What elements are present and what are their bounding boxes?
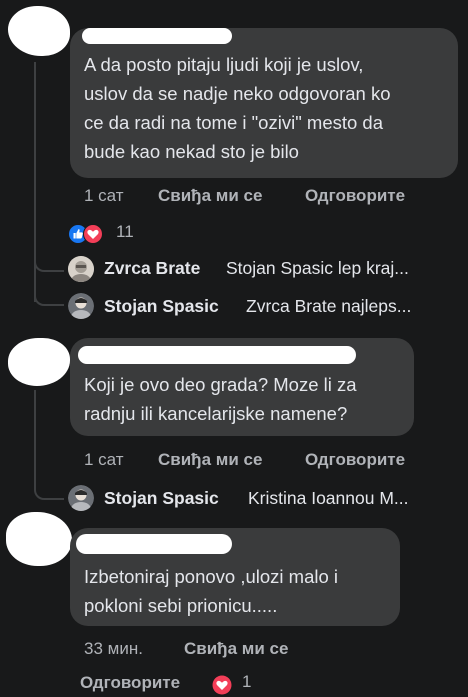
like-button[interactable]: Свиђа ми се: [158, 450, 262, 470]
reply-connector: [34, 270, 64, 306]
comment-time[interactable]: 33 мин.: [84, 639, 143, 659]
reactions-summary[interactable]: 11: [68, 222, 148, 246]
reply-button[interactable]: Одговорите: [305, 450, 405, 470]
reaction-count: 11: [116, 222, 134, 241]
reaction-count: 1: [242, 672, 252, 691]
love-icon: [83, 224, 103, 244]
thread-line: [34, 390, 36, 486]
reply-snippet: Zvrca Brate najleps...: [246, 296, 412, 316]
reply-preview[interactable]: Zvrca Brate Stojan Spasic lep kraj...: [68, 255, 463, 285]
reply-button[interactable]: Одговорите: [305, 186, 405, 206]
reply-author-name[interactable]: Zvrca Brate: [104, 258, 200, 279]
reply-avatar: [68, 485, 94, 511]
comment-time[interactable]: 1 сат: [84, 186, 124, 206]
commenter-avatar[interactable]: [6, 512, 72, 566]
comment-time[interactable]: 1 сат: [84, 450, 124, 470]
redacted-author-name: [78, 346, 356, 364]
reply-connector: [34, 484, 64, 500]
reply-button[interactable]: Одговорите: [80, 673, 180, 693]
reply-preview[interactable]: Stojan Spasic Zvrca Brate najleps...: [68, 292, 463, 322]
redacted-author-name: [82, 28, 232, 44]
comment-text: A da posto pitaju ljudi koji je uslov, u…: [84, 54, 391, 162]
like-button[interactable]: Свиђа ми се: [158, 186, 262, 206]
reply-snippet: Kristina Ioannou M...: [248, 488, 409, 508]
reply-preview[interactable]: Stojan Spasic Kristina Ioannou M...: [68, 484, 463, 514]
reply-connector: [34, 252, 64, 272]
reply-author-name[interactable]: Stojan Spasic: [104, 488, 219, 509]
reactions-summary[interactable]: 1: [212, 672, 262, 696]
reply-author-name[interactable]: Stojan Spasic: [104, 296, 219, 317]
love-icon: [212, 675, 232, 695]
comment-text: Izbetoniraj ponovo ,ulozi malo i pokloni…: [84, 566, 339, 616]
reply-snippet: Stojan Spasic lep kraj...: [226, 258, 409, 278]
like-button[interactable]: Свиђа ми се: [184, 639, 288, 659]
reply-avatar: [68, 293, 94, 319]
commenter-avatar[interactable]: [8, 6, 70, 56]
redacted-author-name: [76, 534, 232, 554]
reply-avatar: [68, 256, 94, 282]
commenter-avatar[interactable]: [8, 338, 70, 386]
comment-text: Koji je ovo deo grada? Moze li za radnju…: [84, 374, 357, 424]
